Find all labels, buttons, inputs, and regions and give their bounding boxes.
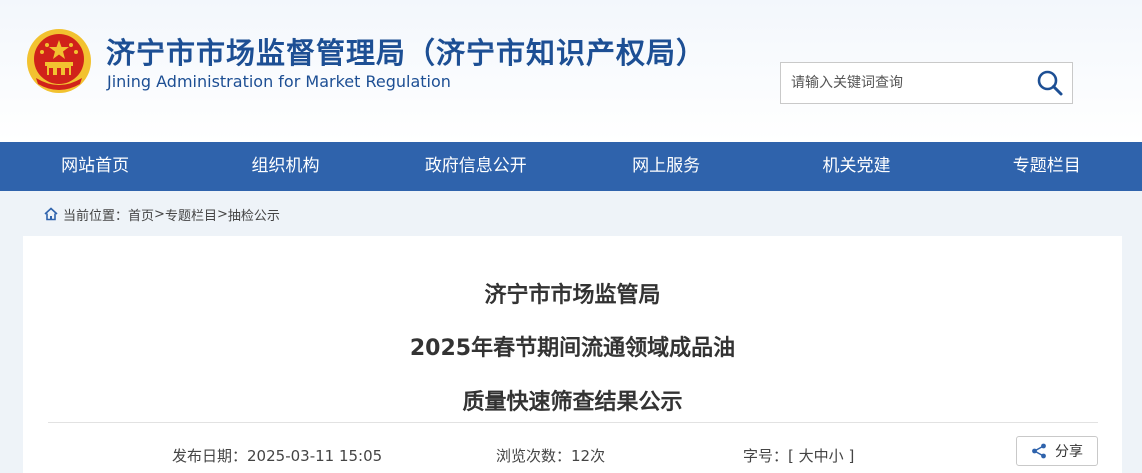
view-count: 浏览次数：12次: [496, 445, 605, 466]
publish-date: 发布日期：2025-03-11 15:05: [172, 445, 382, 466]
article-title-line-1: 济宁市市场监管局: [484, 283, 661, 308]
nav-item-party-building[interactable]: 机关党建: [761, 142, 951, 191]
breadcrumb: 当前位置： 首页 > 专题栏目 > 抽检公示: [44, 205, 280, 224]
view-count-label: 浏览次数：: [496, 447, 572, 465]
article-title-line-3: 质量快速筛查结果公示: [462, 390, 683, 415]
search-icon: [1037, 70, 1063, 96]
font-size-large[interactable]: 大: [799, 447, 814, 465]
font-size-medium[interactable]: 中: [814, 447, 829, 465]
share-label: 分享: [1055, 444, 1083, 460]
view-count-value: 12次: [571, 447, 606, 465]
breadcrumb-separator: >: [216, 206, 228, 222]
main-nav: 网站首页 组织机构 政府信息公开 网上服务 机关党建 专题栏目: [0, 142, 1142, 191]
breadcrumb-home[interactable]: 首页: [128, 205, 154, 224]
font-size-control: 字号：[ 大中小 ]: [743, 445, 854, 466]
title-divider: [48, 422, 1098, 423]
bracket-close: ]: [843, 447, 855, 465]
search-input[interactable]: [781, 63, 1021, 103]
nav-item-special-topics[interactable]: 专题栏目: [952, 142, 1142, 191]
home-icon: [44, 207, 58, 221]
share-button[interactable]: 分享: [1016, 436, 1098, 466]
site-title: 济宁市市场监督管理局（济宁市知识产权局）: [106, 36, 707, 70]
publish-date-label: 发布日期：: [172, 447, 248, 465]
article-panel: 济宁市市场监管局 2025年春节期间流通领域成品油 质量快速筛查结果公示 发布日…: [23, 236, 1122, 473]
national-emblem-icon[interactable]: [26, 28, 92, 94]
search-button[interactable]: [1027, 63, 1073, 103]
nav-item-home[interactable]: 网站首页: [0, 142, 190, 191]
share-icon: [1032, 443, 1046, 459]
breadcrumb-separator: >: [154, 206, 165, 222]
article-title-line-2: 2025年春节期间流通领域成品油: [409, 336, 736, 361]
nav-item-online-service[interactable]: 网上服务: [571, 142, 761, 191]
site-header: 济宁市市场监督管理局（济宁市知识产权局） Jining Administrati…: [0, 0, 1142, 142]
site-subtitle: Jining Administration for Market Regulat…: [107, 72, 451, 91]
nav-item-organization[interactable]: 组织机构: [190, 142, 380, 191]
bracket-open: [: [788, 447, 799, 465]
breadcrumb-section[interactable]: 专题栏目: [165, 205, 217, 224]
breadcrumb-prefix: 当前位置：: [63, 208, 129, 224]
font-size-small[interactable]: 小: [829, 447, 844, 465]
font-size-label: 字号：: [743, 447, 789, 465]
search-box: [780, 62, 1073, 104]
breadcrumb-current[interactable]: 抽检公示: [228, 205, 280, 224]
nav-item-gov-info[interactable]: 政府信息公开: [381, 142, 571, 191]
publish-date-value: 2025-03-11 15:05: [247, 447, 383, 465]
